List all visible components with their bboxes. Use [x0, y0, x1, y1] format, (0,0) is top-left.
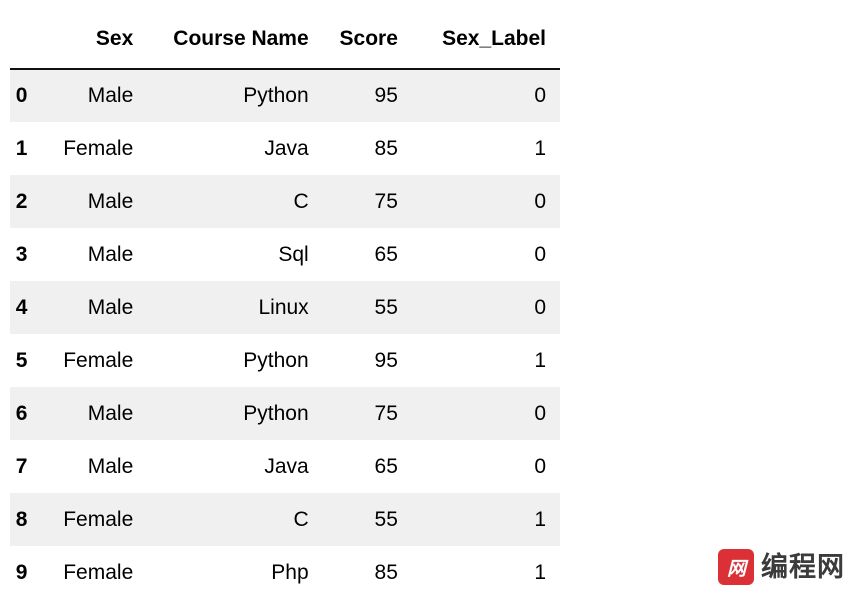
column-header-sex: Sex — [27, 14, 134, 70]
cell-course: C — [133, 175, 309, 228]
cell-sex-label: 1 — [397, 334, 560, 387]
column-header-score: Score — [308, 14, 398, 70]
table-row: 2 Male C 75 0 — [10, 175, 560, 228]
cell-sex-label: 0 — [397, 175, 560, 228]
cell-course: Java — [133, 122, 309, 175]
cell-index: 4 — [10, 281, 28, 334]
table-row: 6 Male Python 75 0 — [10, 387, 560, 440]
table-row: 0 Male Python 95 0 — [10, 69, 560, 122]
cell-sex: Male — [27, 69, 134, 122]
table-row: 1 Female Java 85 1 — [10, 122, 560, 175]
cell-sex: Female — [27, 334, 134, 387]
table-row: 8 Female C 55 1 — [10, 493, 560, 546]
cell-sex-label: 1 — [397, 122, 560, 175]
dataframe-table: Sex Course Name Score Sex_Label 0 Male Pyt… — [10, 14, 560, 599]
cell-course: Linux — [133, 281, 309, 334]
cell-sex: Female — [27, 493, 134, 546]
cell-index: 2 — [10, 175, 28, 228]
cell-sex: Male — [27, 281, 134, 334]
cell-index: 7 — [10, 440, 28, 493]
cell-sex-label: 1 — [397, 546, 560, 599]
watermark-logo: 网 编程网 — [718, 549, 845, 585]
watermark-badge-icon: 网 — [718, 549, 754, 585]
cell-score: 85 — [308, 122, 398, 175]
table-row: 4 Male Linux 55 0 — [10, 281, 560, 334]
cell-sex-label: 0 — [397, 69, 560, 122]
cell-course: Php — [133, 546, 309, 599]
cell-sex-label: 0 — [397, 387, 560, 440]
cell-score: 95 — [308, 334, 398, 387]
cell-sex-label: 0 — [397, 281, 560, 334]
watermark-text: 编程网 — [761, 551, 845, 583]
cell-course: Python — [133, 334, 309, 387]
cell-index: 6 — [10, 387, 28, 440]
cell-index: 1 — [10, 122, 28, 175]
table-header: Sex Course Name Score Sex_Label — [10, 14, 560, 70]
cell-course: Java — [133, 440, 309, 493]
cell-sex: Female — [27, 122, 134, 175]
column-header-sex-label: Sex_Label — [397, 14, 560, 70]
table-body: 0 Male Python 95 0 1 Female Java 85 1 2 Male C 75 0 3 Ma… — [10, 69, 560, 599]
cell-score: 65 — [308, 440, 398, 493]
table-row: 7 Male Java 65 0 — [10, 440, 560, 493]
cell-index: 0 — [10, 69, 28, 122]
cell-score: 95 — [308, 69, 398, 122]
cell-score: 85 — [308, 546, 398, 599]
cell-score: 55 — [308, 493, 398, 546]
cell-sex: Male — [27, 175, 134, 228]
cell-score: 75 — [308, 175, 398, 228]
cell-score: 65 — [308, 228, 398, 281]
cell-sex-label: 0 — [397, 440, 560, 493]
cell-sex: Male — [27, 440, 134, 493]
cell-index: 3 — [10, 228, 28, 281]
table-row: 3 Male Sql 65 0 — [10, 228, 560, 281]
column-header-index — [10, 14, 28, 70]
cell-index: 8 — [10, 493, 28, 546]
table-row: 5 Female Python 95 1 — [10, 334, 560, 387]
cell-sex-label: 0 — [397, 228, 560, 281]
cell-sex: Male — [27, 387, 134, 440]
cell-score: 75 — [308, 387, 398, 440]
cell-sex: Male — [27, 228, 134, 281]
cell-course: Sql — [133, 228, 309, 281]
cell-index: 9 — [10, 546, 28, 599]
cell-course: Python — [133, 69, 309, 122]
table-header-row: Sex Course Name Score Sex_Label — [10, 14, 560, 70]
cell-course: C — [133, 493, 309, 546]
cell-course: Python — [133, 387, 309, 440]
cell-sex-label: 1 — [397, 493, 560, 546]
cell-score: 55 — [308, 281, 398, 334]
cell-sex: Female — [27, 546, 134, 599]
table-row: 9 Female Php 85 1 — [10, 546, 560, 599]
cell-index: 5 — [10, 334, 28, 387]
column-header-course-name: Course Name — [133, 14, 309, 70]
